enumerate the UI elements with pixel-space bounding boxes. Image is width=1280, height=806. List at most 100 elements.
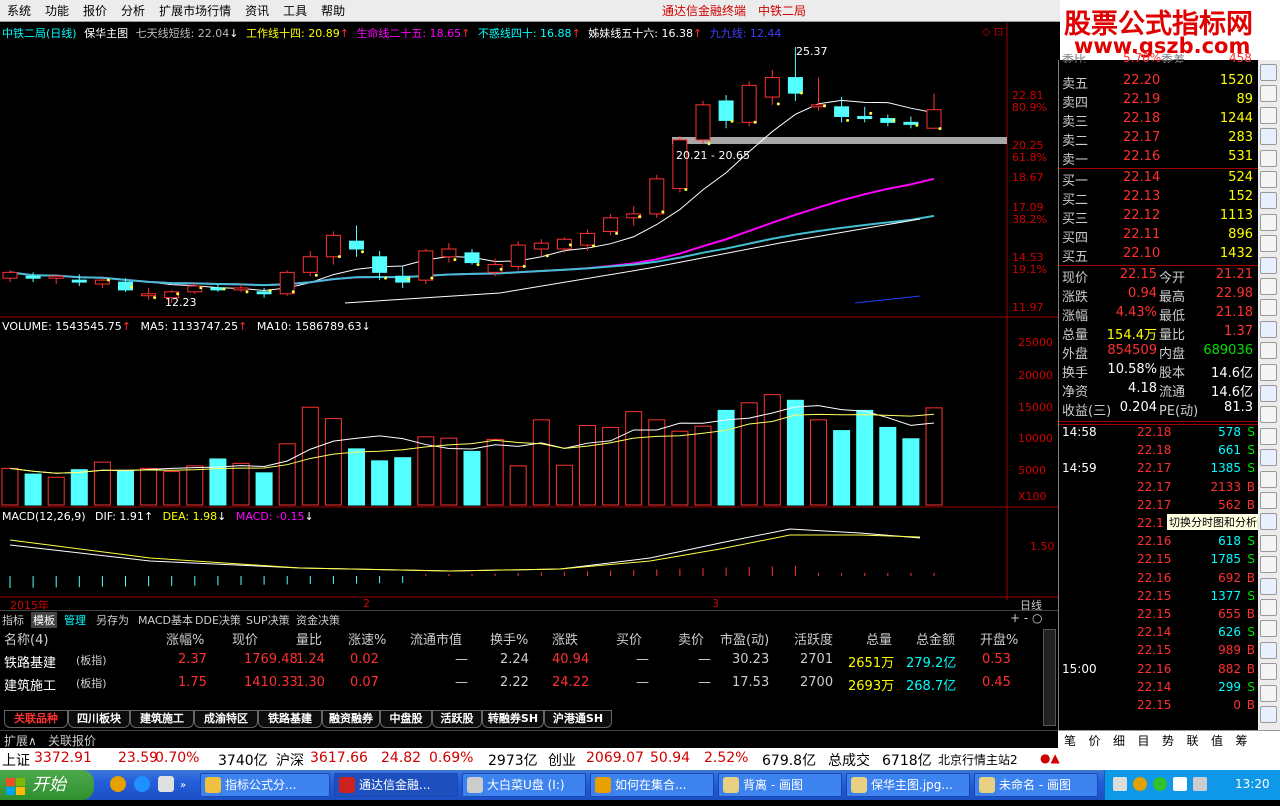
volume-icon[interactable] [1193,777,1207,791]
browser-icon[interactable] [110,776,126,792]
table-row[interactable]: 建筑施工 (板指) 1.75 1410.33 1.30 0.07 — 2.22 24.22 — — 1… [0,675,1040,695]
tool-icon[interactable] [1260,620,1277,638]
ruler-icon[interactable] [1260,278,1277,295]
zoom-icon[interactable] [1260,149,1277,167]
column-header[interactable]: 量比 [296,629,322,648]
start-button[interactable]: 开始 [0,770,94,800]
sector-tab[interactable]: 建筑施工 [130,710,194,728]
related-quote-tab[interactable]: 关联报价 [48,732,96,749]
column-header[interactable]: 市盈(动) [720,629,769,648]
settings-icon[interactable] [1260,470,1277,488]
sell-level[interactable]: 卖五 22.20 1520 [1059,73,1259,92]
tray-icon[interactable] [1133,777,1147,791]
desktop-icon[interactable] [158,776,174,792]
sector-tab[interactable]: 四川板块 [68,710,130,728]
kline-icon[interactable] [1260,85,1277,103]
tray-icon[interactable] [1113,777,1127,791]
sector-tab[interactable]: 沪港通SH [544,710,612,728]
sector-tab[interactable]: 中盘股 [380,710,432,728]
sector-tab[interactable]: 活跃股 [432,710,482,728]
taskbar-item-howto[interactable]: 如何在集合... [590,773,714,797]
column-header[interactable]: 卖价 [678,629,704,648]
column-header[interactable]: 换手% [490,629,528,648]
right-tab[interactable]: 笔 [1064,732,1076,749]
buy-level[interactable]: 买一 22.14 524 [1059,170,1259,189]
menu-function[interactable]: 功能 [38,2,76,19]
taskbar-item-image[interactable]: 保华主图.jpg... [846,773,970,797]
tool-icon[interactable] [1260,577,1277,595]
menu-tools[interactable]: 工具 [276,2,314,19]
tray-icon[interactable] [1173,777,1187,791]
menu-info[interactable]: 资讯 [238,2,276,19]
column-header[interactable]: 涨幅% [166,629,204,648]
column-header[interactable]: 涨速% [348,629,386,648]
taskbar-item-paint1[interactable]: 背离 - 画图 [718,773,842,797]
rsi-icon[interactable] [1260,256,1277,274]
menu-help[interactable]: 帮助 [314,2,352,19]
hist-icon[interactable] [1260,106,1277,124]
column-header[interactable]: 流通市值 [410,629,462,648]
right-tab[interactable]: 联 [1187,732,1199,749]
ext-toggle[interactable]: 扩展∧ [4,732,37,749]
column-header[interactable]: 涨跌 [552,629,578,648]
tool-icon[interactable] [1260,663,1277,681]
taskbar-item-tdx[interactable]: 通达信金融... [334,773,458,797]
tab-macd-basic[interactable]: MACD基本 [138,612,193,628]
sell-level[interactable]: 卖四 22.19 89 [1059,92,1259,111]
tab-manage[interactable]: 管理 [64,612,86,628]
bar-chart-icon[interactable] [1260,64,1277,81]
tool-icon[interactable] [1260,706,1277,723]
tool-icon[interactable] [1260,534,1277,552]
indicator-name[interactable]: 保华主图 [84,27,128,40]
column-header[interactable]: 活跃度 [794,629,833,648]
right-tab[interactable]: 势 [1162,732,1174,749]
table-row[interactable]: 铁路基建 (板指) 2.37 1769.48 1.24 0.02 — 2.24 40.94 — — 3… [0,652,1040,672]
taskbar-item-usb[interactable]: 大白菜U盘 (I:) [462,773,586,797]
menu-analysis[interactable]: 分析 [114,2,152,19]
tab-template[interactable]: 模板 [31,612,57,628]
column-header[interactable]: 现价 [232,629,258,648]
sector-tab[interactable]: 转融券SH [482,710,544,728]
chart-area[interactable]: 中铁二局(日线) 保华主图 七天线短线: 22.04↓ 工作线十四: 20.89… [0,23,1058,612]
tool-icon[interactable] [1260,492,1277,509]
sector-tab[interactable]: 铁路基建 [258,710,322,728]
tray-icon[interactable] [1153,777,1167,791]
expand-icon[interactable] [1260,320,1277,338]
column-header[interactable]: 买价 [616,629,642,648]
move-icon[interactable] [1260,299,1277,317]
chart-ctrl-icons[interactable]: ◇ ⊡ [982,25,1003,38]
bookmark-icon[interactable] [1260,385,1277,402]
column-header[interactable]: 总金额 [916,629,955,648]
tab-dde[interactable]: DDE决策 [195,612,241,628]
sell-level[interactable]: 卖一 22.16 531 [1059,149,1259,168]
tab-indicator[interactable]: 指标 [2,612,24,628]
menu-quote[interactable]: 报价 [76,2,114,19]
table-icon[interactable] [1260,213,1277,231]
pan-icon[interactable] [1260,342,1277,360]
taskbar-item-paint2[interactable]: 未命名 - 画图 [974,773,1098,797]
menu-ext-market[interactable]: 扩展市场行情 [152,2,238,19]
buy-level[interactable]: 买五 22.10 1432 [1059,246,1259,265]
tab-fund[interactable]: 资金决策 [296,612,340,628]
tool-icon[interactable] [1260,556,1277,574]
tool-icon[interactable] [1260,513,1277,531]
ie-icon[interactable] [134,776,150,792]
sell-level[interactable]: 卖三 22.18 1244 [1059,111,1259,130]
tool-icon[interactable] [1260,599,1277,616]
right-tab[interactable]: 值 [1211,732,1223,749]
buy-level[interactable]: 买二 22.13 152 [1059,189,1259,208]
right-tab[interactable]: 筹 [1236,732,1248,749]
info-icon[interactable] [1260,449,1277,467]
tab-sup[interactable]: SUP决策 [246,612,290,628]
column-header[interactable]: 名称(4) [4,629,48,648]
column-header[interactable]: 开盘% [980,629,1018,648]
cloud-icon[interactable] [1260,235,1277,253]
f10-icon[interactable] [1260,171,1277,188]
tool-icon[interactable] [1260,641,1277,659]
info-icon[interactable] [1260,406,1277,424]
buy-level[interactable]: 买三 22.12 1113 [1059,208,1259,227]
buy-level[interactable]: 买四 22.11 896 [1059,227,1259,246]
right-tab[interactable]: 价 [1089,732,1101,749]
menu-system[interactable]: 系统 [0,2,38,19]
right-tab[interactable]: 目 [1138,732,1150,749]
